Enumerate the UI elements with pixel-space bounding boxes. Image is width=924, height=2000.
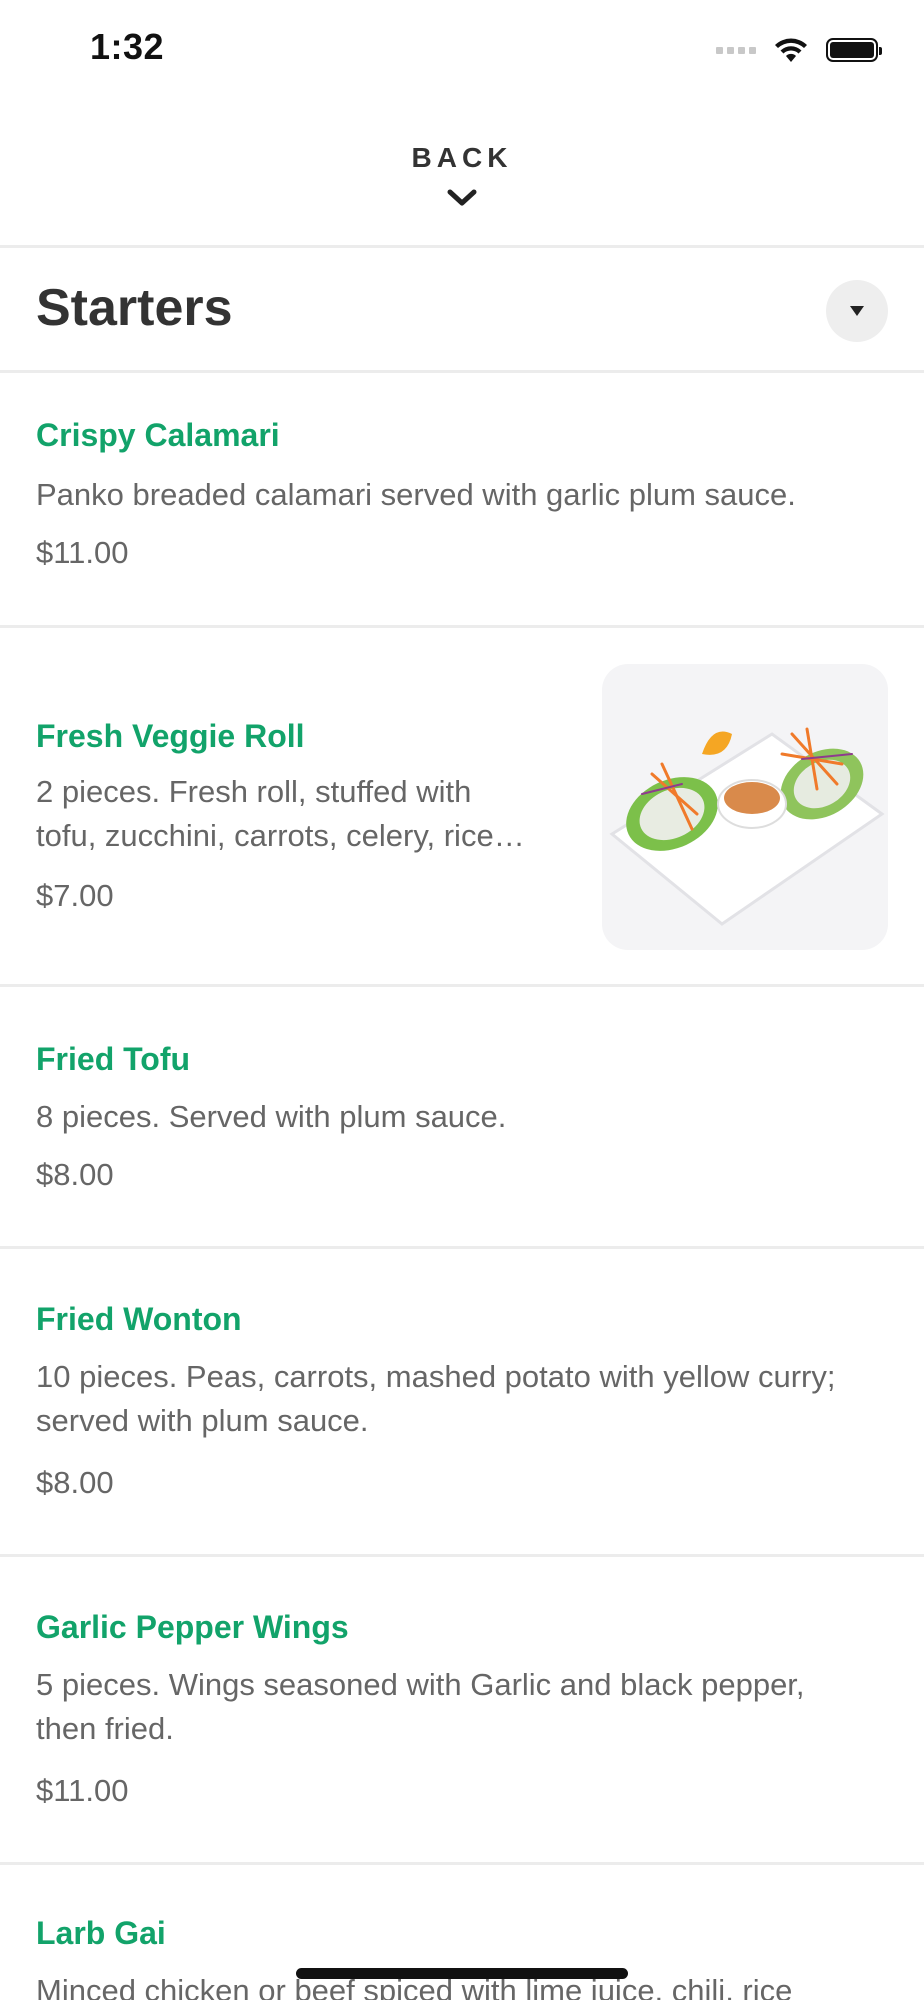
item-price: $8.00 <box>36 1157 114 1192</box>
item-description-line-2: served with plum sauce. <box>36 1403 369 1438</box>
item-description-line-1: 5 pieces. Wings seasoned with Garlic and… <box>36 1667 805 1702</box>
menu-item-garlic-pepper-wings[interactable]: Garlic Pepper Wings 5 pieces. Wings seas… <box>0 1557 924 1863</box>
chevron-down-icon <box>447 189 477 206</box>
menu-item-fried-wonton[interactable]: Fried Wonton 10 pieces. Peas, carrots, m… <box>0 1249 924 1555</box>
item-name: Crispy Calamari <box>36 417 280 453</box>
cellular-signal-icon <box>716 46 756 54</box>
menu-item-fried-tofu[interactable]: Fried Tofu 8 pieces. Served with plum sa… <box>0 987 924 1247</box>
item-photo <box>602 664 888 950</box>
back-button[interactable]: BACK <box>0 100 924 246</box>
item-description-line-2: then fried. <box>36 1711 174 1746</box>
status-icons <box>716 32 882 68</box>
item-description: Panko breaded calamari served with garli… <box>36 477 796 512</box>
item-name: Garlic Pepper Wings <box>36 1609 349 1645</box>
collapse-section-button[interactable] <box>826 280 888 342</box>
status-bar: 1:32 <box>0 0 924 100</box>
item-name: Fried Tofu <box>36 1041 191 1077</box>
item-description: 8 pieces. Served with plum sauce. <box>36 1099 507 1134</box>
item-price: $11.00 <box>36 1773 129 1808</box>
item-price: $11.00 <box>36 535 129 570</box>
menu-item-fresh-veggie-roll[interactable]: Fresh Veggie Roll 2 pieces. Fresh roll, … <box>0 628 924 982</box>
item-description-line-2: tofu, zucchini, carrots, celery, rice… <box>36 818 525 853</box>
home-indicator[interactable] <box>296 1968 628 1979</box>
caret-down-icon <box>850 306 864 316</box>
item-description-line-1: 10 pieces. Peas, carrots, mashed potato … <box>36 1359 836 1394</box>
back-label: BACK <box>411 142 513 173</box>
battery-icon <box>826 38 882 62</box>
wifi-icon <box>775 38 807 62</box>
item-name: Larb Gai <box>36 1915 166 1951</box>
menu-item-larb-gai[interactable]: Larb Gai Minced chicken or beef spiced w… <box>0 1865 924 2000</box>
item-description-line-1: 2 pieces. Fresh roll, stuffed with <box>36 774 472 809</box>
item-name: Fried Wonton <box>36 1301 242 1337</box>
item-price: $8.00 <box>36 1465 114 1500</box>
section-title: Starters <box>36 279 233 337</box>
section-header: Starters <box>0 248 924 370</box>
status-time: 1:32 <box>90 26 165 67</box>
item-name: Fresh Veggie Roll <box>36 718 305 754</box>
item-price: $7.00 <box>36 878 114 913</box>
menu-item-crispy-calamari[interactable]: Crispy Calamari Panko breaded calamari s… <box>0 373 924 625</box>
